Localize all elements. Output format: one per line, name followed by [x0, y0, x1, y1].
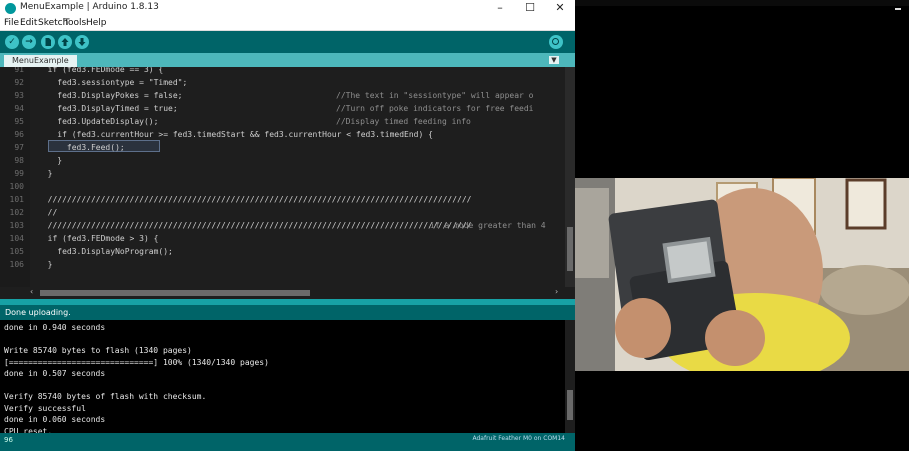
line-number: 91 — [14, 67, 24, 74]
console-line: done in 0.060 seconds — [4, 415, 106, 424]
code-comment: //The text in "sessiontype" will appear … — [336, 91, 534, 100]
code-comment: //Turn off poke indicators for free feed… — [336, 104, 534, 113]
line-number: 100 — [9, 182, 24, 191]
bottom-status-bar: 96 Adafruit Feather M0 on COM14 — [0, 433, 575, 451]
scroll-right-icon[interactable]: › — [555, 287, 558, 296]
code-line: if (fed3.currentHour >= fed3.timedStart … — [38, 130, 433, 139]
line-number: 102 — [9, 208, 24, 217]
code-line: if (fed3.FEDmode == 3) { — [38, 67, 164, 74]
code-comment: //Display timed feeding info — [336, 117, 471, 126]
line-number: 99 — [14, 169, 24, 178]
menu-bar: File Edit Sketch Tools Help — [0, 17, 575, 31]
line-number-gutter: 91 92 93 94 95 96 97 98 99 100 101 102 103 104 105 106 — [0, 67, 30, 287]
arrow-up-icon — [61, 38, 69, 46]
scrollbar-thumb[interactable] — [40, 290, 310, 296]
code-line: } — [38, 156, 63, 165]
output-console: done in 0.940 seconds Write 85740 bytes t… — [0, 320, 575, 433]
code-line: fed3.DisplayPokes = false; — [38, 91, 183, 100]
video-top-strip — [575, 0, 909, 6]
console-line: [==============================] 100% (1… — [4, 357, 269, 367]
code-line: } — [38, 169, 53, 178]
toolbar: ✓ → — [0, 31, 575, 53]
console-line: CPU reset. — [4, 426, 53, 434]
line-number: 96 — [14, 130, 24, 139]
code-line: ////////////////////////////////////////… — [38, 195, 472, 204]
webcam-video — [575, 178, 909, 371]
file-icon — [45, 38, 51, 46]
tab-bar: MenuExample ▼ — [0, 53, 575, 67]
arduino-ide-window: MenuExample | Arduino 1.8.13 – ☐ ✕ File … — [0, 0, 575, 451]
code-line: fed3.Feed(); — [38, 143, 125, 152]
tab-menuexample[interactable]: MenuExample — [4, 55, 77, 67]
code-comment: if a mode greater than 4 — [430, 221, 546, 230]
code-line: fed3.UpdateDisplay(); — [38, 117, 159, 126]
status-bar: Done uploading. — [0, 305, 575, 320]
arrow-down-icon — [78, 38, 86, 46]
code-line: fed3.DisplayTimed = true; — [38, 104, 178, 113]
menu-file[interactable]: File — [4, 18, 19, 28]
code-line: ////////////////////////////////////////… — [38, 221, 472, 230]
window-title: MenuExample | Arduino 1.8.13 — [20, 2, 159, 12]
verify-button[interactable]: ✓ — [5, 35, 19, 49]
console-line: Verify successful — [4, 403, 86, 413]
line-number: 105 — [9, 247, 24, 256]
editor-horizontal-scrollbar[interactable]: ‹ › — [0, 287, 575, 299]
line-number: 93 — [14, 91, 24, 100]
line-number: 92 — [14, 78, 24, 87]
upload-button[interactable]: → — [22, 35, 36, 49]
webcam-frame-image — [575, 178, 909, 371]
line-number: 103 — [9, 221, 24, 230]
arduino-logo-icon — [5, 3, 16, 14]
maximize-button[interactable]: ☐ — [515, 0, 545, 17]
scroll-left-icon[interactable]: ‹ — [30, 287, 33, 296]
code-line: fed3.DisplayNoProgram(); — [38, 247, 173, 256]
open-sketch-button[interactable] — [58, 35, 72, 49]
menu-edit[interactable]: Edit — [20, 18, 37, 28]
console-line: Verify 85740 bytes of flash with checksu… — [4, 392, 207, 401]
save-sketch-button[interactable] — [75, 35, 89, 49]
line-number: 98 — [14, 156, 24, 165]
line-number: 97 — [14, 143, 24, 152]
serial-monitor-button[interactable] — [549, 35, 563, 49]
line-number: 106 — [9, 260, 24, 269]
status-message: Done uploading. — [5, 308, 71, 317]
tab-menu-button[interactable]: ▼ — [549, 56, 559, 64]
editor-vertical-scrollbar[interactable] — [565, 67, 575, 287]
scrollbar-thumb[interactable] — [567, 227, 573, 271]
new-sketch-button[interactable] — [41, 35, 55, 49]
menu-help[interactable]: Help — [86, 18, 107, 28]
cursor-line-number: 96 — [4, 436, 13, 444]
console-scrollbar[interactable] — [565, 320, 575, 433]
video-pane — [575, 0, 909, 451]
line-number: 95 — [14, 117, 24, 126]
code-line: fed3.sessiontype = "Timed"; — [38, 78, 188, 87]
line-number: 101 — [9, 195, 24, 204]
line-number: 94 — [14, 104, 24, 113]
line-number: 104 — [9, 234, 24, 243]
minimize-icon[interactable] — [895, 8, 901, 10]
close-button[interactable]: ✕ — [545, 0, 575, 17]
menu-tools[interactable]: Tools — [64, 18, 86, 28]
console-line: done in 0.940 seconds — [4, 323, 106, 332]
board-info: Adafruit Feather M0 on COM14 — [472, 435, 565, 442]
console-line: Write 85740 bytes to flash (1340 pages) — [4, 346, 192, 355]
code-line: if (fed3.FEDmode > 3) { — [38, 234, 159, 243]
title-bar: MenuExample | Arduino 1.8.13 – ☐ ✕ — [0, 0, 575, 17]
code-line: } — [38, 260, 53, 269]
code-line: // — [38, 208, 58, 217]
code-editor[interactable]: 91 92 93 94 95 96 97 98 99 100 101 102 103 104 105 106 … — [0, 67, 575, 287]
console-line: done in 0.507 seconds — [4, 369, 106, 378]
scrollbar-thumb[interactable] — [567, 390, 573, 420]
minimize-button[interactable]: – — [485, 0, 515, 17]
